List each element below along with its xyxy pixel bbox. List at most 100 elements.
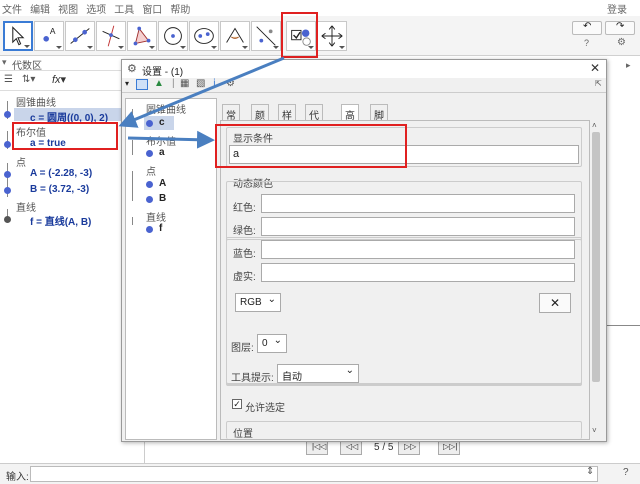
tab-advanced[interactable]: 高级 [341, 104, 359, 137]
tab-color[interactable]: 颜色 [251, 104, 269, 137]
settings-gear-icon[interactable]: ⚙ [617, 37, 626, 48]
move-tool-button[interactable] [3, 21, 33, 51]
menu-file[interactable]: 文件 [2, 5, 22, 16]
object-settings-icon[interactable] [136, 79, 148, 90]
redo-icon: ↷ [616, 21, 625, 32]
tree-item-c[interactable]: c [159, 117, 165, 128]
input-dropdown-icon[interactable]: ⇕ [586, 466, 594, 477]
visibility-dot[interactable] [4, 111, 11, 118]
red-input[interactable] [261, 194, 575, 213]
highlight-tool-box [281, 12, 318, 58]
undock-icon[interactable]: ⇱ [595, 79, 602, 88]
scroll-thumb[interactable] [592, 132, 600, 382]
menu-window[interactable]: 窗口 [142, 5, 162, 16]
scroll-down-icon[interactable]: ˅ [592, 426, 597, 435]
object-B[interactable]: B = (3.72, -3) [30, 184, 89, 195]
defaults-icon[interactable]: ⚙ [226, 78, 235, 89]
layer-select[interactable]: 0 [257, 334, 287, 353]
collapse-icon[interactable]: ▾ [2, 57, 7, 68]
nav-next-button[interactable]: ▷▷ [398, 441, 420, 455]
input-field[interactable] [30, 466, 598, 482]
point-tool-button[interactable]: A [34, 21, 64, 51]
help-icon[interactable]: ? [584, 38, 589, 48]
position-group [226, 421, 582, 439]
tree-group-boolean: 布尔值 [146, 137, 176, 148]
visibility-dot[interactable] [4, 216, 11, 223]
first-icon: |◁◁ [312, 442, 327, 451]
prev-icon: ◁◁ [346, 442, 359, 451]
green-label: 绿色: [233, 226, 256, 237]
algebra-title: 代数区 [12, 61, 42, 72]
visibility-dot[interactable] [4, 141, 11, 148]
clear-color-button[interactable]: ✕ [539, 293, 571, 313]
tab-style[interactable]: 样式 [278, 104, 296, 137]
menu-bar: 文件 编辑 视图 选项 工具 窗口 帮助 登录 [0, 0, 640, 16]
tab-algebra[interactable]: 代数区 [305, 104, 323, 152]
reflect-tool-button[interactable] [251, 21, 281, 51]
red-label: 红色: [233, 203, 256, 214]
object-f[interactable]: f = 直线(A, B) [30, 213, 91, 228]
tree-dot [146, 196, 153, 203]
tab-scripting[interactable]: 脚本 [370, 104, 388, 137]
graphics-settings-icon[interactable]: ▲ [154, 78, 164, 89]
layer-label: 图层: [231, 343, 254, 354]
menu-edit[interactable]: 编辑 [30, 5, 50, 16]
blue-label: 蓝色: [233, 249, 256, 260]
info-icon[interactable]: ⅰ [213, 78, 216, 89]
opacity-input[interactable] [261, 263, 575, 282]
divider-icon: | [172, 78, 175, 89]
perpendicular-tool-button[interactable] [96, 21, 126, 51]
tree-dot [146, 150, 153, 157]
nav-last-button[interactable]: ▷▷| [438, 441, 460, 455]
construction-nav: |◁◁ ◁◁ 5 / 5 ▷▷ ▷▷| [300, 441, 470, 456]
object-A[interactable]: A = (-2.28, -3) [30, 168, 92, 179]
allow-selection-checkbox[interactable]: ✓ [232, 399, 242, 409]
graphics-view[interactable]: ▸ [604, 56, 640, 463]
input-label: 输入: [6, 472, 29, 483]
circle-tool-button[interactable] [158, 21, 188, 51]
angle-tool-button[interactable] [220, 21, 250, 51]
menu-tools[interactable]: 工具 [114, 5, 134, 16]
input-help-icon[interactable]: ? [623, 467, 629, 478]
polygon-tool-button[interactable] [127, 21, 157, 51]
toggle-list-icon[interactable]: ☰ [4, 74, 13, 85]
dropdown-icon[interactable]: ▾ [125, 79, 129, 88]
undo-button[interactable]: ↶ [572, 21, 602, 35]
fx-icon[interactable]: fx▾ [52, 73, 66, 86]
blue-input[interactable] [261, 240, 575, 259]
nav-first-button[interactable]: |◁◁ [306, 441, 328, 455]
category-conic: 圆锥曲线 [16, 98, 56, 109]
login-link[interactable]: 登录 [607, 1, 627, 16]
color-mode-select[interactable]: RGB [235, 293, 281, 312]
sort-icon[interactable]: ⇅▾ [22, 74, 35, 85]
ellipse-tool-button[interactable] [189, 21, 219, 51]
menu-view[interactable]: 视图 [58, 5, 78, 16]
tree-item-A[interactable]: A [159, 178, 166, 189]
graphics-options-icon[interactable]: ▸ [626, 60, 631, 71]
opacity-label: 虚实: [233, 272, 256, 283]
tree-item-f[interactable]: f [159, 223, 162, 234]
move-graphics-tool-button[interactable] [317, 21, 347, 51]
tree-item-B[interactable]: B [159, 193, 166, 204]
category-line: 直线 [16, 203, 36, 214]
redo-button[interactable]: ↷ [605, 21, 635, 35]
nav-prev-button[interactable]: ◁◁ [340, 441, 362, 455]
tooltip-select[interactable]: 自动 [277, 364, 359, 383]
cas-icon[interactable]: ▧ [196, 78, 205, 89]
spreadsheet-icon[interactable]: ▦ [180, 78, 189, 89]
settings-dialog: ⚙ 设置 - (1) ✕ ▾ ▲ | ▦ ▧ ⅰ ⚙ ⇱ 圆锥曲线 c 布尔值 … [121, 59, 607, 442]
close-icon[interactable]: ✕ [590, 61, 600, 75]
position-title: 位置 [233, 429, 253, 440]
category-point: 点 [16, 158, 26, 169]
tree-item-a[interactable]: a [159, 147, 165, 158]
tab-basic[interactable]: 常规 [222, 104, 240, 137]
visibility-dot[interactable] [4, 187, 11, 194]
menu-options[interactable]: 选项 [86, 5, 106, 16]
panel-scrollbar[interactable]: ˄ ˅ [591, 121, 601, 437]
visibility-dot[interactable] [4, 171, 11, 178]
line-tool-button[interactable] [65, 21, 95, 51]
green-input[interactable] [261, 217, 575, 236]
menu-help[interactable]: 帮助 [170, 5, 190, 16]
tree-group-point: 点 [146, 167, 156, 178]
scroll-up-icon[interactable]: ˄ [592, 121, 597, 130]
